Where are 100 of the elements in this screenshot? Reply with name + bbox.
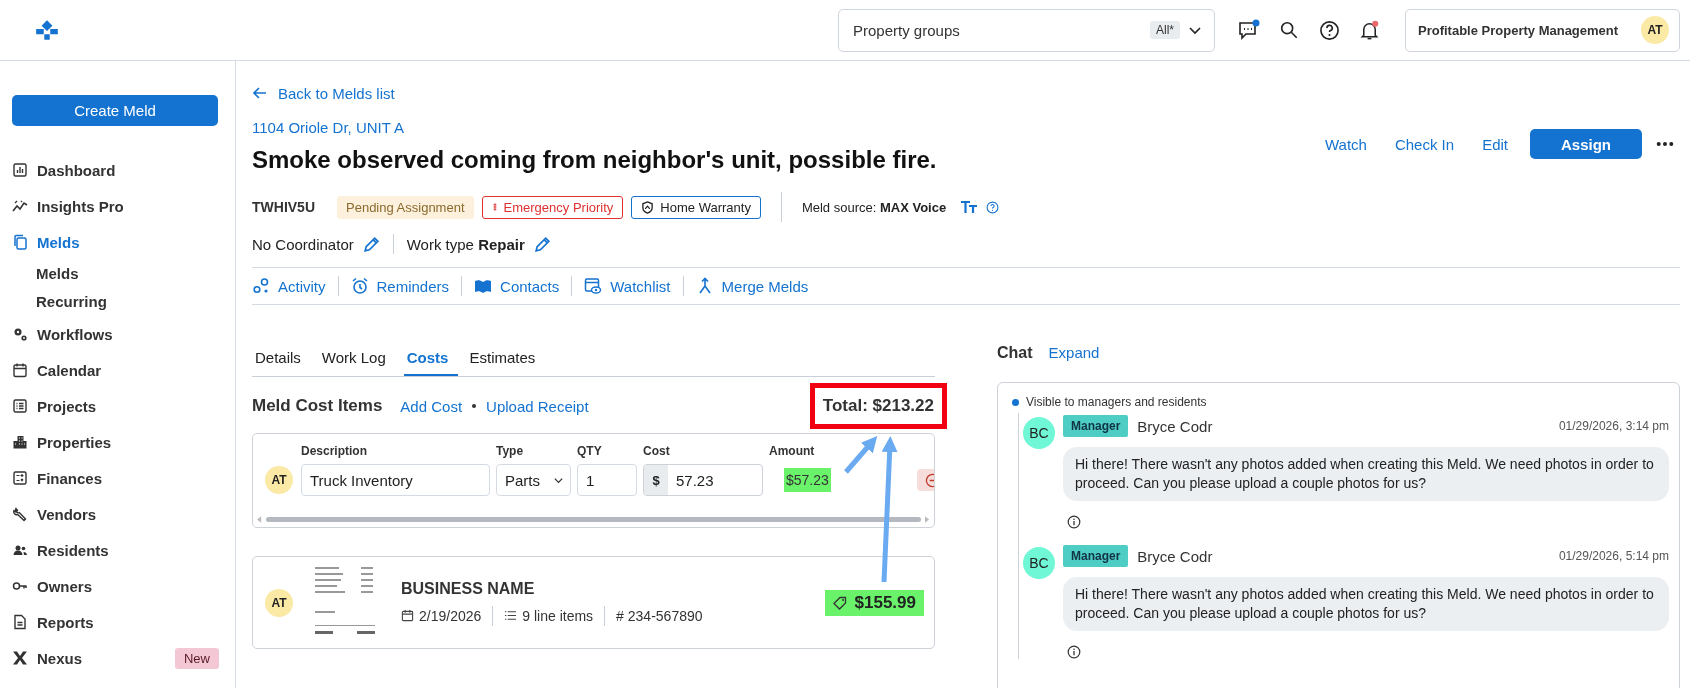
notifications-icon[interactable] [1358, 19, 1380, 41]
meld-source: Meld source: MAX Voice [801, 199, 947, 215]
filter-badge: All* [1150, 21, 1180, 39]
column-header: Cost [643, 444, 671, 458]
chat-heading: Chat [997, 344, 1033, 362]
visibility-label: Visible to managers and residents [1026, 395, 1207, 409]
nav-item[interactable]: Properties [12, 424, 219, 460]
tab[interactable]: Details [252, 340, 311, 376]
nav-subitem[interactable]: Recurring [12, 288, 219, 316]
amount-value: $57.23 [784, 468, 831, 492]
chart-icon [12, 162, 28, 178]
total-amount: Total: $213.22 [809, 383, 947, 429]
expand-link[interactable]: Expand [1048, 344, 1100, 361]
meld-link[interactable]: Contacts [474, 277, 560, 295]
assign-button[interactable]: Assign [1530, 129, 1642, 159]
gears-icon [12, 326, 28, 342]
receipt-card[interactable]: AT BUSINESS NAME 2/19/2026 9 line items # 234-567890 $155.99 [252, 556, 935, 649]
nav-item[interactable]: Calendar [12, 352, 219, 388]
back-link[interactable]: Back to Melds list [252, 83, 395, 103]
meld-link[interactable]: Reminders [350, 277, 450, 295]
meld-link[interactable]: Watchlist [584, 277, 671, 295]
nav-item[interactable]: Owners [12, 568, 219, 604]
author-name: Bryce Codr [1137, 417, 1213, 435]
nav-item[interactable]: Workflows [12, 316, 219, 352]
nav-item[interactable]: Nexus New [12, 640, 219, 676]
x-logo-icon [12, 650, 28, 666]
document-icon [12, 614, 28, 630]
user-avatar: BC [1023, 417, 1055, 449]
logo-icon [34, 19, 60, 41]
type-dropdown[interactable]: Parts [496, 464, 571, 496]
search-icon[interactable] [1279, 20, 1299, 40]
text-size-icon[interactable] [960, 200, 979, 214]
arrow [844, 435, 878, 474]
tag-icon [832, 595, 847, 610]
meld-link[interactable]: Merge Melds [695, 277, 809, 295]
wrench-icon [12, 506, 28, 522]
author-name: Bryce Codr [1137, 547, 1213, 565]
cost-link[interactable]: Upload Receipt [486, 397, 589, 415]
quantity-field[interactable]: 1 [577, 464, 637, 496]
account-menu[interactable]: Profitable Property Management AT [1405, 8, 1680, 52]
meld-link[interactable]: Activity [252, 277, 326, 295]
work-type-label: Work type Repair [406, 235, 525, 253]
list-icon [12, 398, 28, 414]
nav-item[interactable]: Finances [12, 460, 219, 496]
nav-item[interactable]: Dashboard [12, 152, 219, 188]
message-bubble: Hi there! There wasn't any photos added when creating this Meld. We need photos in order to proceed. Can you please upload a couple photos for us? [1063, 577, 1669, 631]
property-groups-dropdown[interactable]: Property groups All* [838, 8, 1215, 52]
calendar-icon [12, 362, 28, 378]
nav-item[interactable]: Melds [12, 224, 219, 260]
separator-dot [472, 404, 477, 408]
status-badge: Pending Assignment [337, 195, 474, 219]
tab[interactable]: Estimates [466, 340, 546, 376]
message-time: 01/29/2026, 3:14 pm [1558, 419, 1669, 433]
user-avatar: BC [1023, 547, 1055, 579]
info-icon[interactable] [1067, 515, 1081, 529]
receipt-amount: $155.99 [824, 589, 924, 616]
cost-field[interactable]: $ 57.23 [643, 464, 763, 496]
receipt-date: 2/19/2026 [419, 607, 482, 624]
nav-item[interactable]: Reports [12, 604, 219, 640]
new-badge: New [175, 647, 219, 669]
action-link[interactable]: Edit [1482, 135, 1508, 153]
activity-icon [252, 277, 270, 295]
trend-icon [12, 198, 28, 214]
nav-item[interactable]: Vendors [12, 496, 219, 532]
more-options-icon[interactable] [1656, 141, 1674, 147]
create-meld-button[interactable]: Create Meld [12, 95, 218, 126]
nav-subitem[interactable]: Melds [12, 260, 219, 288]
receipt-number: # 234-567890 [616, 607, 703, 624]
line-item-count: 9 line items [522, 607, 594, 624]
copy-icon [12, 234, 28, 250]
column-header: Description [301, 444, 368, 458]
meld-title: Smoke observed coming from neighbor's unit, possible fire. [252, 145, 937, 175]
watchlist-icon [584, 277, 603, 295]
description-field[interactable]: Truck Inventory [301, 464, 490, 496]
user-avatar: AT [265, 466, 293, 494]
pencil-icon[interactable] [362, 235, 380, 253]
action-link[interactable]: Check In [1394, 135, 1455, 153]
nav-item[interactable]: Projects [12, 388, 219, 424]
user-avatar: AT [1641, 16, 1669, 44]
warranty-badge: Home Warranty [631, 195, 761, 219]
nav-item[interactable]: Insights Pro [12, 188, 219, 224]
nav-item[interactable]: Residents [12, 532, 219, 568]
chat-icon[interactable] [1238, 19, 1260, 41]
help-icon[interactable] [1318, 19, 1340, 41]
user-avatar: AT [265, 588, 293, 617]
action-link[interactable]: Watch [1325, 135, 1367, 153]
role-badge: Manager [1063, 415, 1129, 437]
tab[interactable]: Costs [403, 340, 459, 376]
column-header: QTY [577, 444, 603, 458]
list-icon [504, 609, 518, 622]
pencil-icon[interactable] [533, 235, 551, 253]
book-icon [474, 277, 493, 295]
info-icon[interactable] [1067, 645, 1081, 659]
coordinator-label: No Coordinator [252, 235, 354, 253]
alarm-clock-icon [350, 277, 369, 295]
business-name: BUSINESS NAME [401, 579, 536, 598]
tab[interactable]: Work Log [318, 340, 396, 376]
cost-link[interactable]: Add Cost [400, 397, 463, 415]
calculator-icon [12, 470, 28, 486]
address-link[interactable]: 1104 Oriole Dr, UNIT A [252, 119, 404, 136]
